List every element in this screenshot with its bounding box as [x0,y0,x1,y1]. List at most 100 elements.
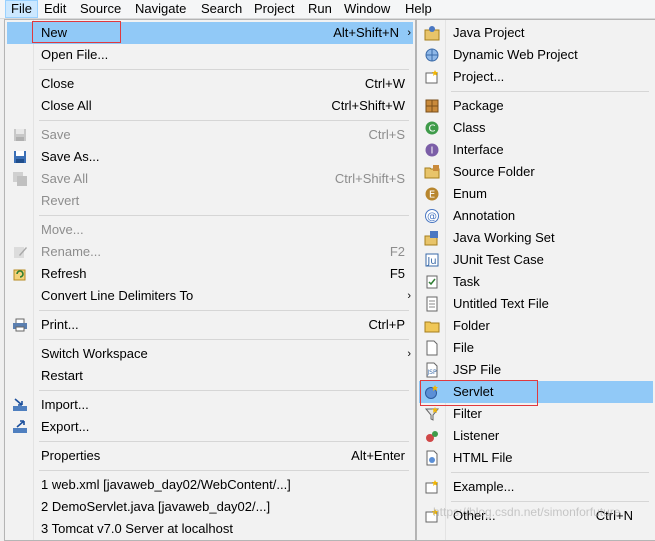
menu-separator [39,470,409,471]
web-project-icon [425,48,439,62]
menu-item-label: Source Folder [453,164,535,179]
submenu-item-annotation[interactable]: @ Annotation [419,205,653,227]
menu-item-label: Properties [41,448,101,463]
submenu-item-package[interactable]: Package [419,95,653,117]
submenu-item-folder[interactable]: Folder [419,315,653,337]
submenu-item-java-working-set[interactable]: Java Working Set [419,227,653,249]
submenu-item-interface[interactable]: I Interface [419,139,653,161]
menu-item-switch-workspace[interactable]: Switch Workspace › [7,343,413,365]
submenu-item-enum[interactable]: E Enum [419,183,653,205]
listener-icon [426,431,438,442]
menu-item-label: Revert [41,193,80,208]
svg-text:C: C [429,124,436,135]
java-project-icon [424,26,440,41]
menu-item-revert[interactable]: Revert [7,190,413,212]
submenu-item-project[interactable]: Project... [419,66,653,88]
menu-window[interactable]: Window [339,1,395,17]
task-icon [426,275,438,289]
save-all-icon [13,172,27,186]
submenu-item-file[interactable]: File [419,337,653,359]
menu-item-close[interactable]: Close Ctrl+W [7,73,413,95]
menu-item-save[interactable]: Save Ctrl+S [7,124,413,146]
menu-item-label: Print... [41,317,79,332]
svg-text:@: @ [427,212,437,223]
interface-icon: I [425,143,439,157]
menu-item-accelerator: Ctrl+Shift+W [331,98,405,113]
menu-item-save-all[interactable]: Save All Ctrl+Shift+S [7,168,413,190]
menu-item-restart[interactable]: Restart [7,365,413,387]
menu-item-refresh[interactable]: Refresh F5 [7,263,413,285]
menu-item-label: Save All [41,171,88,186]
menu-item-label: Convert Line Delimiters To [41,288,194,303]
submenu-item-untitled-text-file[interactable]: Untitled Text File [419,293,653,315]
menu-item-label: Project... [453,69,505,84]
menu-separator [39,215,409,216]
menu-item-new[interactable]: New Alt+Shift+N › [7,22,413,44]
submenu-item-servlet[interactable]: Servlet [419,381,653,403]
menu-item-convert-line-delimiters[interactable]: Convert Line Delimiters To › [7,285,413,307]
menu-item-label: Move... [41,222,84,237]
menu-item-move[interactable]: Move... [7,219,413,241]
menu-item-export[interactable]: Export... [7,416,413,438]
menu-item-label: New [41,25,68,40]
folder-icon [424,321,440,333]
submenu-item-source-folder[interactable]: Source Folder [419,161,653,183]
submenu-arrow-icon: › [407,290,411,302]
submenu-item-task[interactable]: Task [419,271,653,293]
source-folder-icon [424,165,440,179]
submenu-item-example[interactable]: Example... [419,476,653,498]
recent-file-item[interactable]: 2 DemoServlet.java [javaweb_day02/...] [7,496,413,518]
menu-item-print[interactable]: Print... Ctrl+P [7,314,413,336]
svg-text:JSP: JSP [426,369,437,376]
menu-separator [451,501,649,502]
menu-run[interactable]: Run [303,1,337,17]
menu-item-save-as[interactable]: Save As... [7,146,413,168]
menu-item-rename[interactable]: Rename... F2 [7,241,413,263]
menu-separator [39,441,409,442]
menu-item-open-file[interactable]: Open File... [7,44,413,66]
enum-icon: E [425,187,439,201]
file-icon [426,340,438,356]
menu-item-accelerator: Ctrl+W [364,76,405,91]
menu-item-label: Save As... [41,149,100,164]
submenu-item-junit-test-case[interactable]: Ju JUnit Test Case [419,249,653,271]
menu-project[interactable]: Project [249,1,299,17]
submenu-item-filter[interactable]: Filter [419,403,653,425]
menu-item-close-all[interactable]: Close All Ctrl+Shift+W [7,95,413,117]
menu-item-label: Open File... [41,47,109,62]
menu-item-label: Java Project [453,25,525,40]
menu-help[interactable]: Help [400,1,437,17]
submenu-item-java-project[interactable]: Java Project [419,22,653,44]
submenu-item-jsp-file[interactable]: JSP JSP File [419,359,653,381]
submenu-item-listener[interactable]: Listener [419,425,653,447]
submenu-item-html-file[interactable]: HTML File [419,447,653,469]
menu-separator [451,472,649,473]
submenu-item-dynamic-web-project[interactable]: Dynamic Web Project [419,44,653,66]
working-set-icon [424,231,438,246]
menu-item-properties[interactable]: Properties Alt+Enter [7,445,413,467]
menu-item-label: Rename... [41,244,101,259]
menu-source[interactable]: Source [75,1,126,17]
menu-separator [39,120,409,121]
menu-item-accelerator: F5 [389,266,405,281]
menu-edit[interactable]: Edit [39,1,71,17]
import-icon [13,398,27,411]
svg-text:Ju: Ju [426,256,436,267]
recent-file-item[interactable]: 3 Tomcat v7.0 Server at localhost [7,518,413,540]
menu-item-accelerator: F2 [389,244,405,259]
menu-file[interactable]: File [5,0,38,18]
menu-separator [39,310,409,311]
submenu-arrow-icon: › [407,27,411,39]
menu-item-label: Close All [41,98,92,113]
menu-separator [451,91,649,92]
menu-item-label: Import... [41,397,89,412]
submenu-item-class[interactable]: C Class [419,117,653,139]
menu-item-import[interactable]: Import... [7,394,413,416]
menu-item-label: Task [453,274,480,289]
menu-search[interactable]: Search [196,1,247,17]
menu-item-accelerator: Ctrl+Shift+S [334,171,405,186]
menu-item-label: Example... [453,479,515,494]
recent-file-item[interactable]: 1 web.xml [javaweb_day02/WebContent/...] [7,474,413,496]
menu-separator [39,339,409,340]
menu-navigate[interactable]: Navigate [130,1,191,17]
